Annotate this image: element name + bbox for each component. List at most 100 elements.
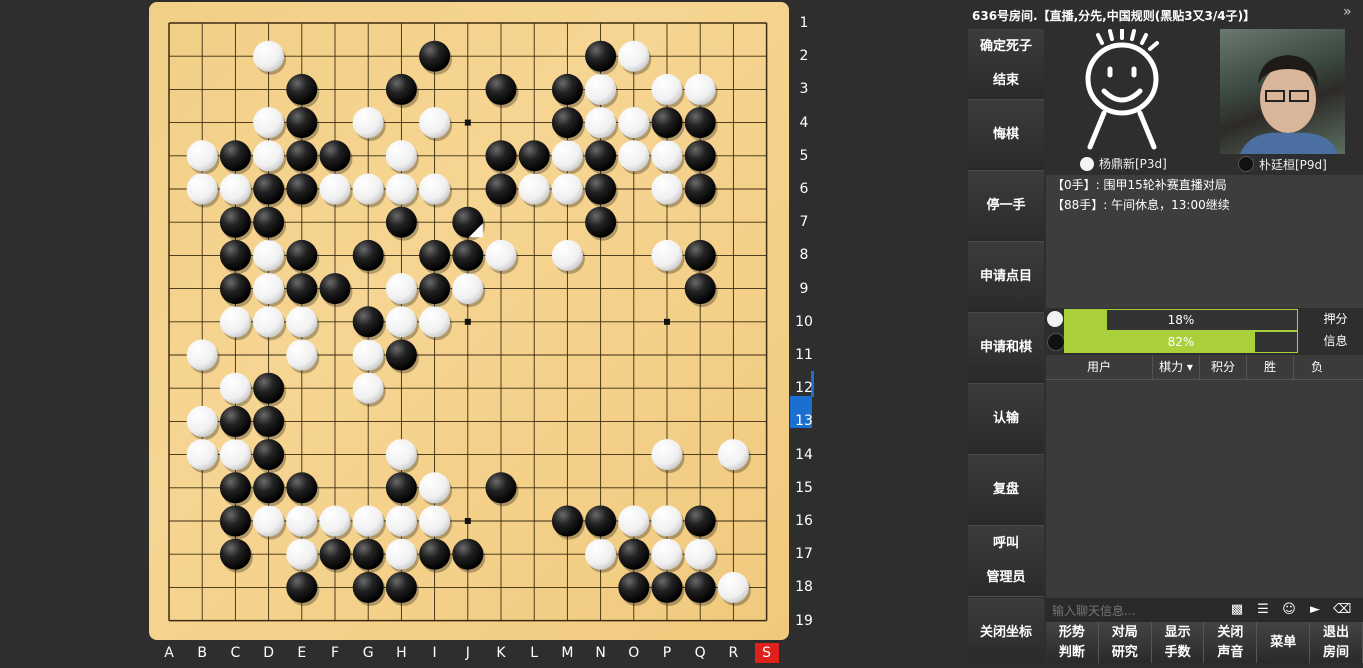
black-stone-icon <box>1238 156 1254 172</box>
header-losses[interactable]: 负 <box>1294 355 1340 379</box>
board-grid[interactable] <box>149 2 789 640</box>
white-stone <box>253 505 285 537</box>
black-player-label: 朴廷桓[P9d] <box>1259 158 1327 172</box>
row-label: 2 <box>799 48 809 65</box>
black-stone <box>286 107 318 139</box>
black-stone <box>684 273 716 305</box>
white-stone-icon <box>1080 157 1094 171</box>
row-label: 4 <box>799 114 809 131</box>
white-stone <box>352 107 384 139</box>
white-stone <box>551 239 583 271</box>
white-player-name: 杨鼎新[P3d] <box>1080 156 1167 172</box>
toolbar-label: 判断 <box>1058 644 1085 660</box>
row-label: 12 <box>795 380 813 397</box>
black-stone <box>684 107 716 139</box>
toolbar-button[interactable]: 显示 手数 <box>1151 622 1205 663</box>
white-stone <box>551 173 583 205</box>
action-button[interactable]: 悔棋 <box>968 100 1044 171</box>
star-point <box>464 518 471 524</box>
row-label: 13 <box>795 413 813 430</box>
white-stone <box>518 173 550 205</box>
room-title: 636号房间.【直播,分先,中国规则(黑贴3又3/4子)】 <box>972 9 1256 23</box>
white-stone <box>684 73 716 105</box>
action-button[interactable]: 认输 <box>968 384 1044 455</box>
toolbar-button[interactable]: 菜单 <box>1257 622 1311 663</box>
action-label: 悔棋 <box>992 127 1019 142</box>
white-stone <box>651 173 683 205</box>
close-coordinates-button[interactable]: 关闭坐标 <box>968 598 1044 663</box>
black-stone <box>684 173 716 205</box>
header-rank[interactable]: 棋力 ▾ <box>1153 355 1200 379</box>
black-stone <box>385 339 417 371</box>
action-button[interactable]: 申请点目 <box>968 242 1044 313</box>
column-label: C <box>230 645 241 661</box>
white-stone <box>419 306 451 338</box>
action-button[interactable]: 复盘 <box>968 455 1044 526</box>
black-stone <box>286 173 318 205</box>
black-stone <box>385 472 417 504</box>
white-stone <box>419 472 451 504</box>
column-label: H <box>396 645 407 661</box>
trash-icon[interactable]: ⌫ <box>1333 601 1351 619</box>
header-score[interactable]: 积分 <box>1200 355 1247 379</box>
smiley-icon[interactable]: ☺ <box>1280 601 1298 619</box>
column-label: K <box>496 645 506 661</box>
chat-bar: ▩ ☰ ☺ ► ⌫ <box>1046 598 1363 622</box>
white-stone <box>385 273 417 305</box>
game-log[interactable]: 【0手】: 围甲15轮补赛直播对局 【88手】: 午间休息，13:00继续 <box>1046 175 1363 308</box>
toolbar-button[interactable]: 退出 房间 <box>1310 622 1363 663</box>
white-stone-icon <box>1047 311 1063 327</box>
black-stone <box>286 239 318 271</box>
white-stone <box>319 173 351 205</box>
speech-bubble-icon[interactable]: ▩ <box>1228 601 1246 619</box>
black-stone <box>485 140 517 172</box>
list-icon[interactable]: ☰ <box>1254 601 1272 619</box>
collapse-icon[interactable]: » <box>1343 4 1352 20</box>
white-stone <box>385 538 417 570</box>
white-stone <box>618 40 650 72</box>
white-stone <box>717 571 749 603</box>
black-stone <box>419 538 451 570</box>
white-stone <box>219 372 251 404</box>
header-user[interactable]: 用户 <box>1046 355 1153 379</box>
header-wins[interactable]: 胜 <box>1247 355 1294 379</box>
toolbar-label: 退出 <box>1323 624 1350 640</box>
go-board-area[interactable] <box>149 2 789 640</box>
action-button[interactable]: 确定死子 结束 <box>968 29 1044 100</box>
white-stone <box>651 505 683 537</box>
toolbar-button[interactable]: 形势 判断 <box>1046 622 1099 663</box>
white-stone <box>419 107 451 139</box>
black-stone <box>551 505 583 537</box>
info-button[interactable]: 信息 <box>1308 330 1363 352</box>
black-stone <box>419 273 451 305</box>
row-label: 17 <box>795 546 813 563</box>
chat-input[interactable] <box>1050 600 1224 622</box>
column-label: I <box>432 645 437 661</box>
go-board[interactable] <box>149 2 789 640</box>
action-button[interactable]: 申请和棋 <box>968 313 1044 384</box>
user-table[interactable]: 用户 棋力 ▾ 积分 胜 负 <box>1046 355 1363 598</box>
megaphone-icon[interactable]: ► <box>1306 601 1324 619</box>
white-stone <box>219 173 251 205</box>
black-stone <box>219 538 251 570</box>
white-stone <box>618 505 650 537</box>
toolbar-button[interactable]: 对局 研究 <box>1098 622 1152 663</box>
white-stone <box>352 505 384 537</box>
black-stone <box>219 140 251 172</box>
black-stone <box>253 173 285 205</box>
black-stone <box>286 73 318 105</box>
action-button[interactable]: 呼叫 管理员 <box>968 526 1044 597</box>
action-label: 申请和棋 <box>979 340 1032 355</box>
black-stone <box>219 505 251 537</box>
action-button[interactable]: 停一手 <box>968 171 1044 242</box>
black-stone <box>352 538 384 570</box>
white-stone <box>684 538 716 570</box>
black-stone <box>219 206 251 238</box>
action-label: 停一手 <box>986 198 1026 213</box>
toolbar-button[interactable]: 关闭 声音 <box>1204 622 1258 663</box>
action-label: 申请点目 <box>979 269 1032 284</box>
white-stone <box>651 73 683 105</box>
white-stone <box>385 140 417 172</box>
black-stone <box>253 405 285 437</box>
bet-button[interactable]: 押分 <box>1308 308 1363 330</box>
